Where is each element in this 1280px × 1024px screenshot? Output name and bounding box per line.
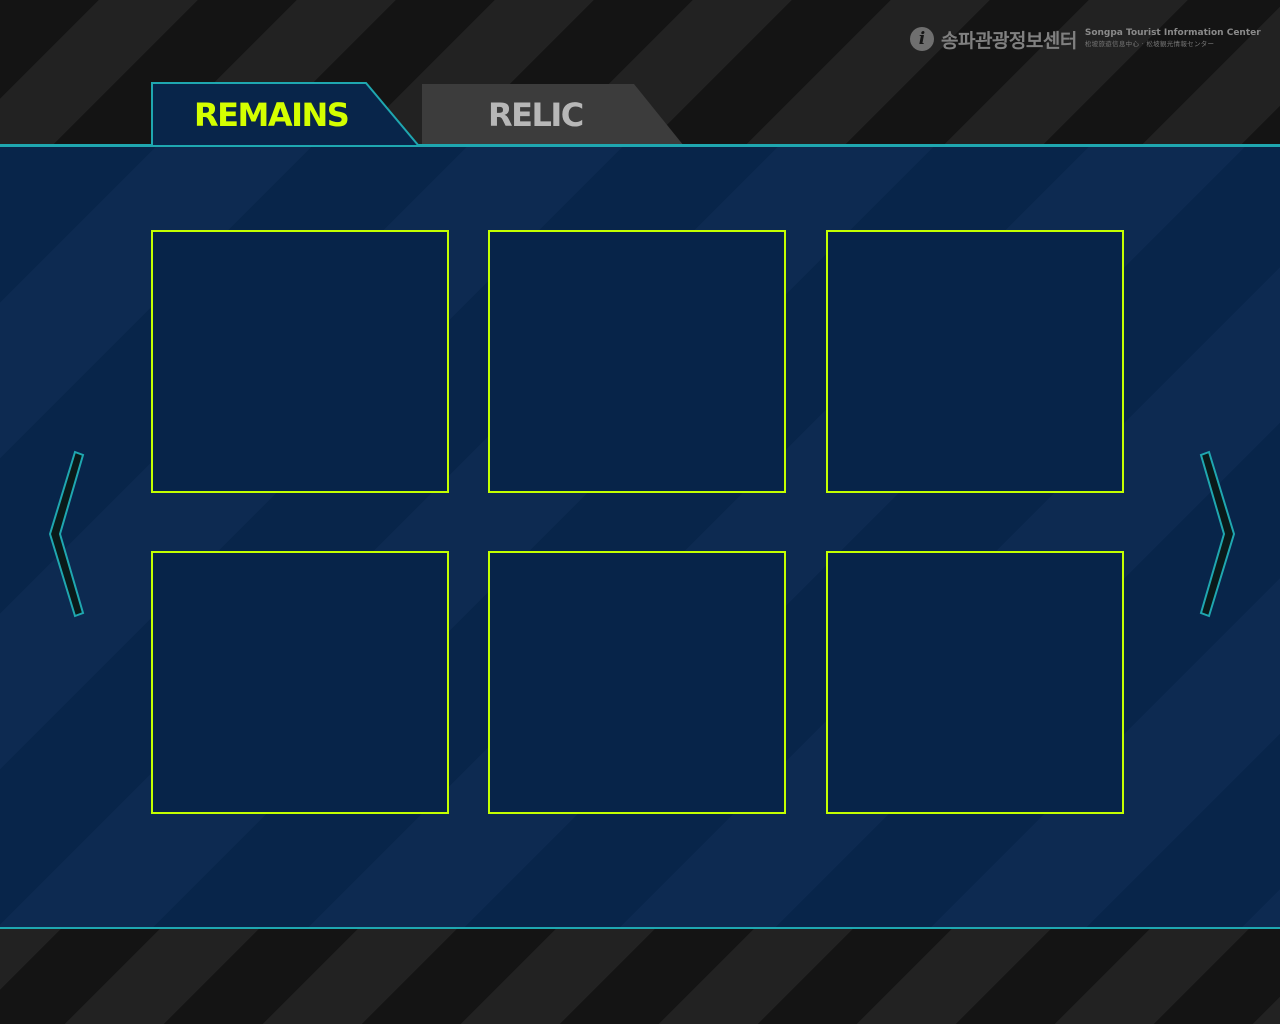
logo-english-name: Songpa Tourist Information Center: [1084, 28, 1261, 38]
logo-cjk-name: 松坡旅遊信息中心 · 松坡観光情報センター: [1084, 40, 1215, 48]
info-icon: i: [910, 27, 934, 51]
gallery-card-4[interactable]: [151, 551, 449, 814]
gallery-card-2[interactable]: [488, 230, 786, 493]
gallery-card-1[interactable]: [151, 230, 449, 493]
tab-remains-label: REMAINS: [194, 96, 350, 134]
tab-relic-label: RELIC: [488, 96, 584, 134]
gallery-card-5[interactable]: [488, 551, 786, 814]
logo-korean-name: 송파관광정보센터: [941, 29, 1077, 52]
chevron-left-icon[interactable]: [44, 448, 88, 620]
logo: i 송파관광정보센터 Songpa Tourist Information Ce…: [910, 26, 1261, 52]
logo-subtitle: Songpa Tourist Information Center 松坡旅遊信息…: [1085, 28, 1261, 50]
chevron-right-icon[interactable]: [1196, 448, 1240, 620]
gallery-card-6[interactable]: [826, 551, 1124, 814]
gallery-card-3[interactable]: [826, 230, 1124, 493]
